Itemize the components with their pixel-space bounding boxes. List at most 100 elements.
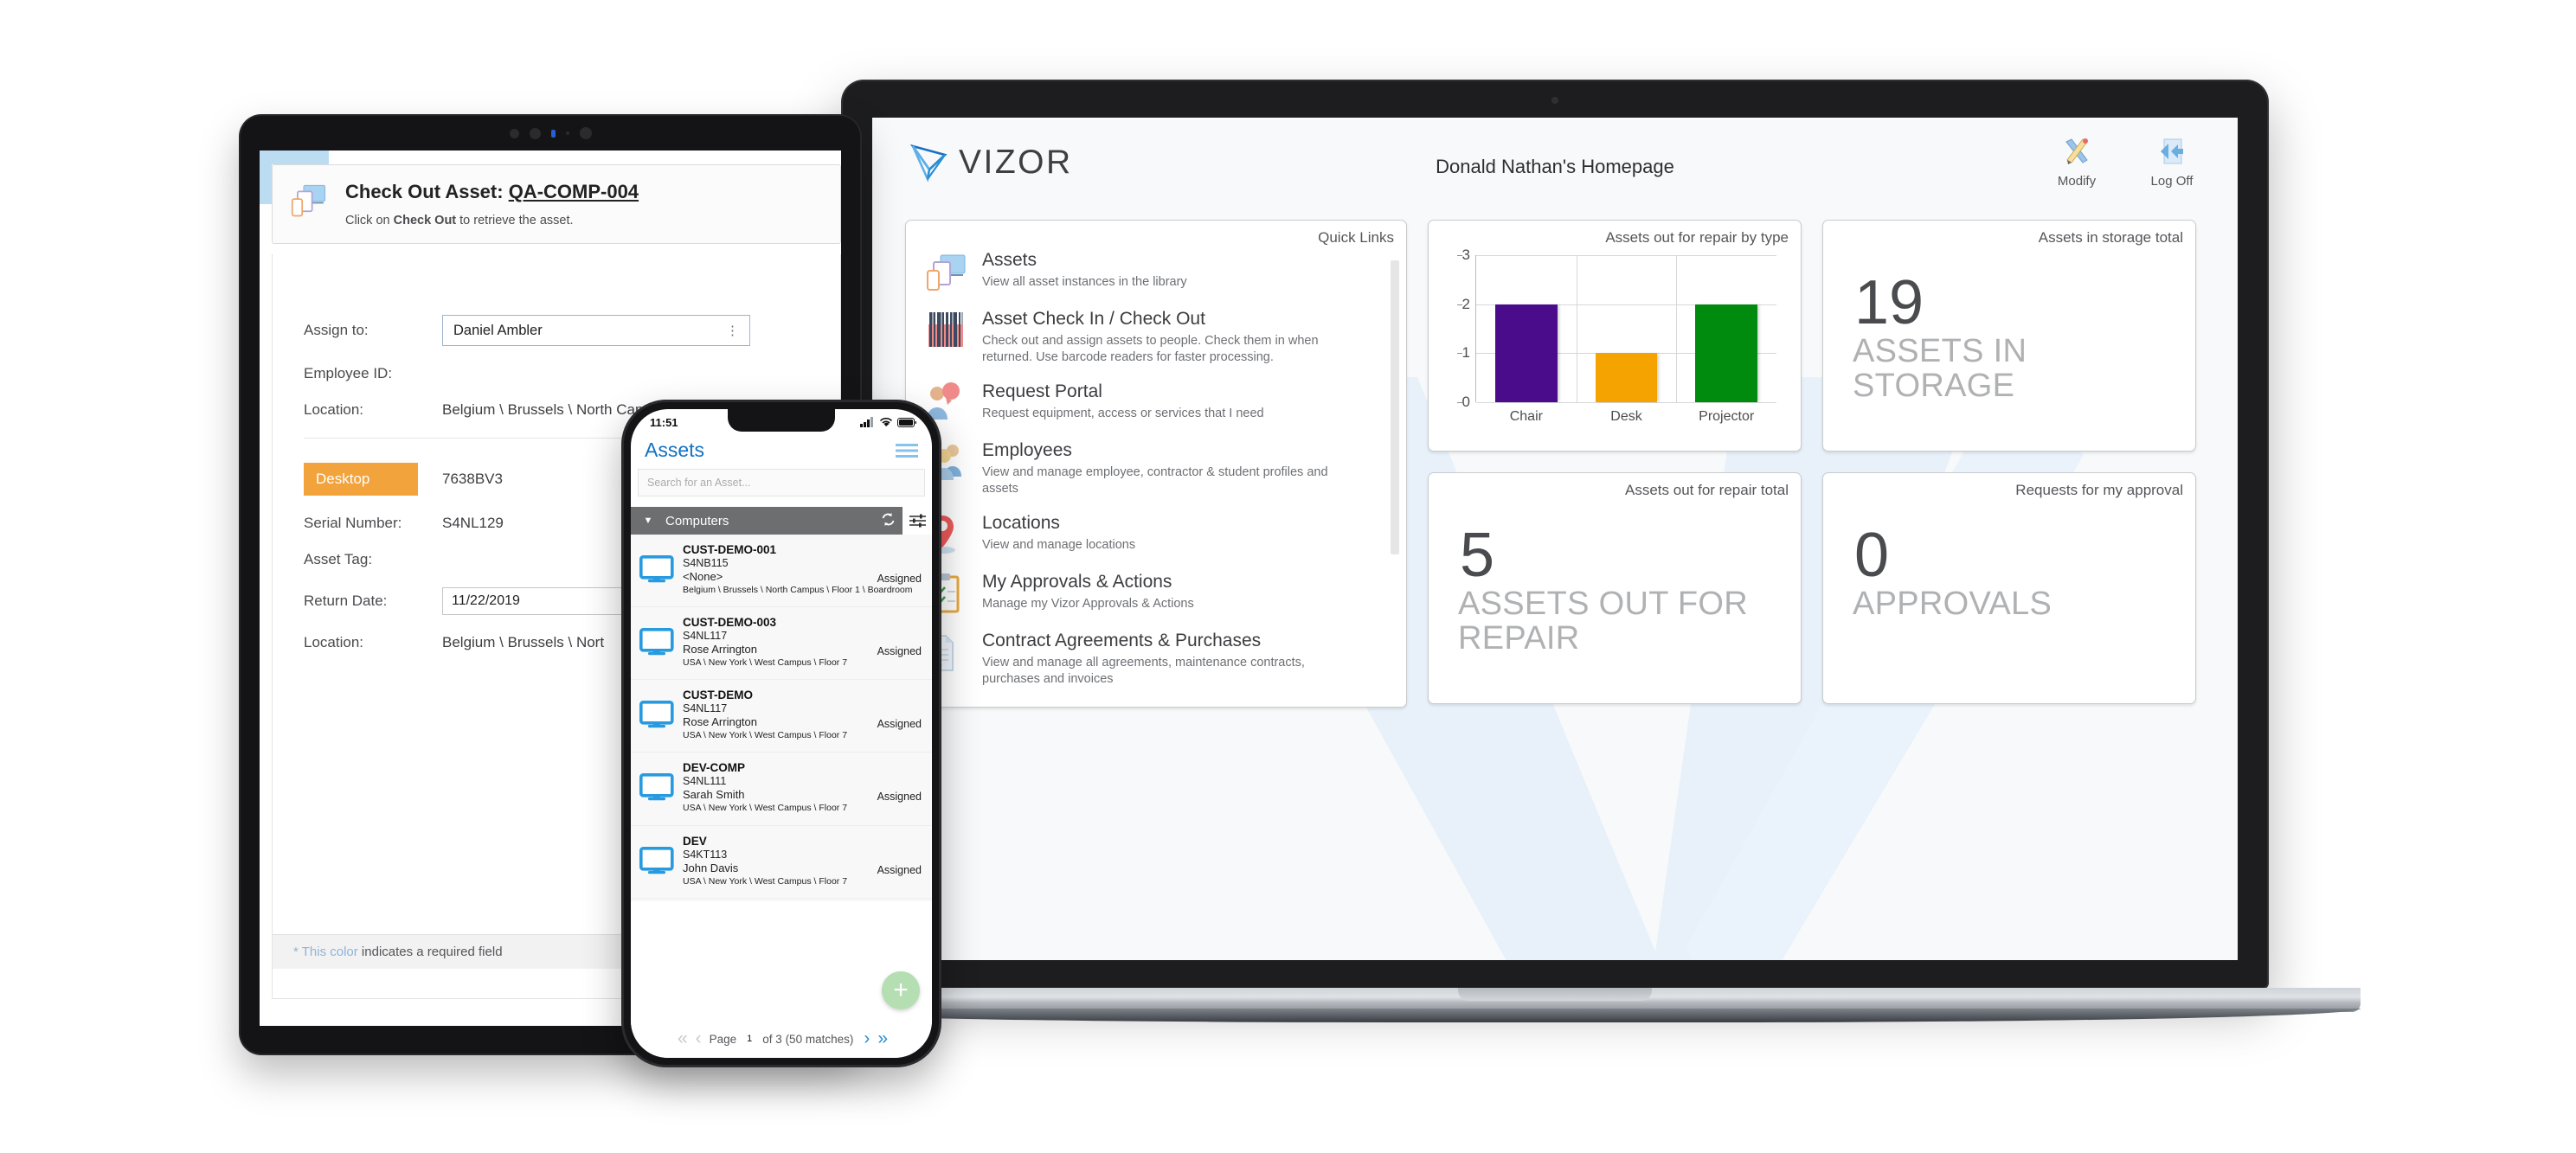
chart-x-label: Desk [1610,409,1642,424]
header-actions: Modify Log Off [2046,137,2203,189]
list-item-text: DEV-COMP S4NL111 Sarah Smith USA \ New York… [683,761,923,814]
serial-number-value: S4NL129 [442,515,504,531]
chart-title: Assets out for repair by type [1605,229,1789,246]
asset-location: USA \ New York \ West Campus \ Floor 7 [683,730,848,741]
barcode-icon [925,309,970,352]
chart-y-tick: 2 [1456,296,1470,313]
chart-bar-column: Desk [1576,255,1677,424]
quick-link-assets[interactable]: Assets View all asset instances in the l… [925,250,1406,293]
quick-link-desc: View and manage employee, contractor & s… [982,464,1328,496]
chart-bar[interactable] [1595,353,1658,402]
phone-search-placeholder: Search for an Asset... [647,477,751,489]
quick-link-contract-agreements[interactable]: Contract Agreements & Purchases View and… [925,631,1406,688]
laptop-bottom-bezel [841,960,2269,990]
assign-to-label: Assign to: [304,322,369,338]
assign-to-input[interactable]: Daniel Ambler ⋮ [442,315,750,346]
pager-first-button[interactable]: « [678,1028,688,1049]
list-item[interactable]: DEV-COMP S4NL111 Sarah Smith USA \ New York… [631,753,932,826]
quick-link-desc: View all asset instances in the library [982,275,1187,290]
laptop-device: VIZOR Donald Nathan's Homepage Modify Lo… [749,80,2361,1028]
chart-bar[interactable] [1494,304,1558,402]
asset-location: Belgium \ Brussels \ North Campus \ Floo… [683,585,913,595]
pager-next-button[interactable]: › [864,1028,870,1049]
checkout-title: Check Out Asset: QA-COMP-004 [345,181,639,203]
chart-area: 0 1 2 3 Chair Desk Projector [1444,247,1785,442]
asset-location: USA \ New York \ West Campus \ Floor 7 [683,657,848,669]
chart-bar[interactable] [1695,304,1758,402]
assign-to-picker-icon[interactable]: ⋮ [726,323,739,338]
employee-id-label: Employee ID: [304,365,393,381]
add-asset-button[interactable]: + [882,971,920,1009]
status-badge: Assigned [877,645,922,658]
logoff-button[interactable]: Log Off [2141,137,2203,189]
chart-y-tick: 3 [1456,247,1470,264]
quick-link-desc: View and manage locations [982,537,1136,552]
subtitle-part-c: to retrieve the asset. [456,214,574,227]
dashboard: Quick Links Assets View all asset instan… [872,220,2238,708]
logoff-arrow-icon [2161,138,2183,164]
quick-link-my-approvals[interactable]: My Approvals & Actions Manage my Vizor A… [925,572,1406,615]
hamburger-icon[interactable] [896,443,918,458]
asset-serial: S4NB115 [683,557,729,569]
quick-links-fade [906,688,1406,707]
asset-serial: S4KT113 [683,848,728,861]
wifi-icon [879,417,893,426]
quick-link-locations[interactable]: Locations View and manage locations [925,513,1406,556]
phone-title: Assets [645,439,705,461]
checkout-header-panel: Check Out Asset: QA-COMP-004 Click on Ch… [272,164,841,244]
phone-search-input[interactable]: Search for an Asset... [638,469,925,496]
quick-link-desc: Request equipment, access or services th… [982,406,1264,420]
quick-link-request-portal[interactable]: Request Portal Request equipment, access… [925,381,1406,425]
storage-card-label: ASSETS IN STORAGE [1853,333,2027,404]
filter-icon[interactable] [903,507,932,535]
devices-icon [925,250,970,293]
modify-button[interactable]: Modify [2046,137,2108,189]
quick-links-header: Quick Links [1318,229,1394,246]
list-item-text: CUST-DEMO S4NL117 Rose Arrington USA \ New … [683,689,923,741]
quick-links-scrollbar[interactable] [1391,260,1399,554]
checkout-subtitle: Click on Check Out to retrieve the asset… [345,214,639,227]
quick-link-employees[interactable]: Employees View and manage employee, cont… [925,440,1406,497]
list-item[interactable]: DEV S4KT113 John Davis USA \ New York \ Wes… [631,825,932,899]
pager-of-text: of 3 (50 matches) [762,1032,854,1046]
checkout-asset-link[interactable]: QA-COMP-004 [509,181,639,202]
asset-location: USA \ New York \ West Campus \ Floor 7 [683,875,848,887]
assets-in-storage-card: Assets in storage total 19 ASSETS IN STO… [1822,220,2196,452]
asset-type-value: 7638BV3 [442,471,503,487]
asset-name: CUST-DEMO-001 [683,543,777,556]
phone-pager: « ‹ Page 1 of 3 (50 matches) › » [631,1020,932,1058]
list-item[interactable]: CUST-DEMO-001 S4NB115 <None> Belgium \ Brus… [631,535,932,608]
pager-prev-button[interactable]: ‹ [696,1028,702,1049]
quick-link-asset-check-in-out[interactable]: Asset Check In / Check Out Check out and… [925,309,1406,366]
assets-out-for-repair-card: Assets out for repair total 5 ASSETS OUT… [1428,472,1802,704]
list-item[interactable]: CUST-DEMO S4NL117 Rose Arrington USA \ New … [631,680,932,753]
pager-page-number: 1 [747,1034,753,1044]
asset-location: USA \ New York \ West Campus \ Floor 7 [683,803,848,814]
location2-label: Location: [304,634,363,650]
approvals-card: Requests for my approval 0 APPROVALS [1822,472,2196,704]
refresh-icon[interactable] [873,512,903,530]
quick-links-list: Assets View all asset instances in the l… [906,250,1406,693]
phone-asset-list[interactable]: CUST-DEMO-001 S4NB115 <None> Belgium \ Brus… [631,535,932,901]
quick-link-title: Employees [982,439,1072,460]
form-row-employee-id: Employee ID: [304,365,840,382]
app-header: VIZOR Donald Nathan's Homepage Modify Lo… [872,118,2238,220]
repair-card-header: Assets out for repair total [1625,482,1789,498]
required-note-rest: indicates a required field [357,945,503,959]
list-item[interactable]: CUST-DEMO-003 S4NL117 Rose Arrington USA \ … [631,607,932,681]
dashboard-row-bottom: Assets out for repair total 5 ASSETS OUT… [1428,472,2196,704]
pager-last-button[interactable]: » [877,1028,888,1049]
caret-down-icon[interactable]: ▼ [631,516,665,526]
status-indicators [860,417,916,427]
pencil-cross-icon [2065,138,2088,164]
status-badge: Assigned [877,718,922,731]
chart-bar-column: Projector [1676,255,1776,424]
storage-card-header: Assets in storage total [2038,229,2183,246]
chart-bars: Chair Desk Projector [1476,255,1776,424]
chart-gridline [1476,402,1776,403]
quick-link-title: Contract Agreements & Purchases [982,630,1262,650]
asset-serial: S4NL117 [683,630,728,643]
return-date-input[interactable]: 11/22/2019 [442,587,634,615]
quick-link-title: Request Portal [982,381,1102,401]
phone-device: 11:51 Assets Search for an Asset... ▼ Co… [621,400,941,1067]
